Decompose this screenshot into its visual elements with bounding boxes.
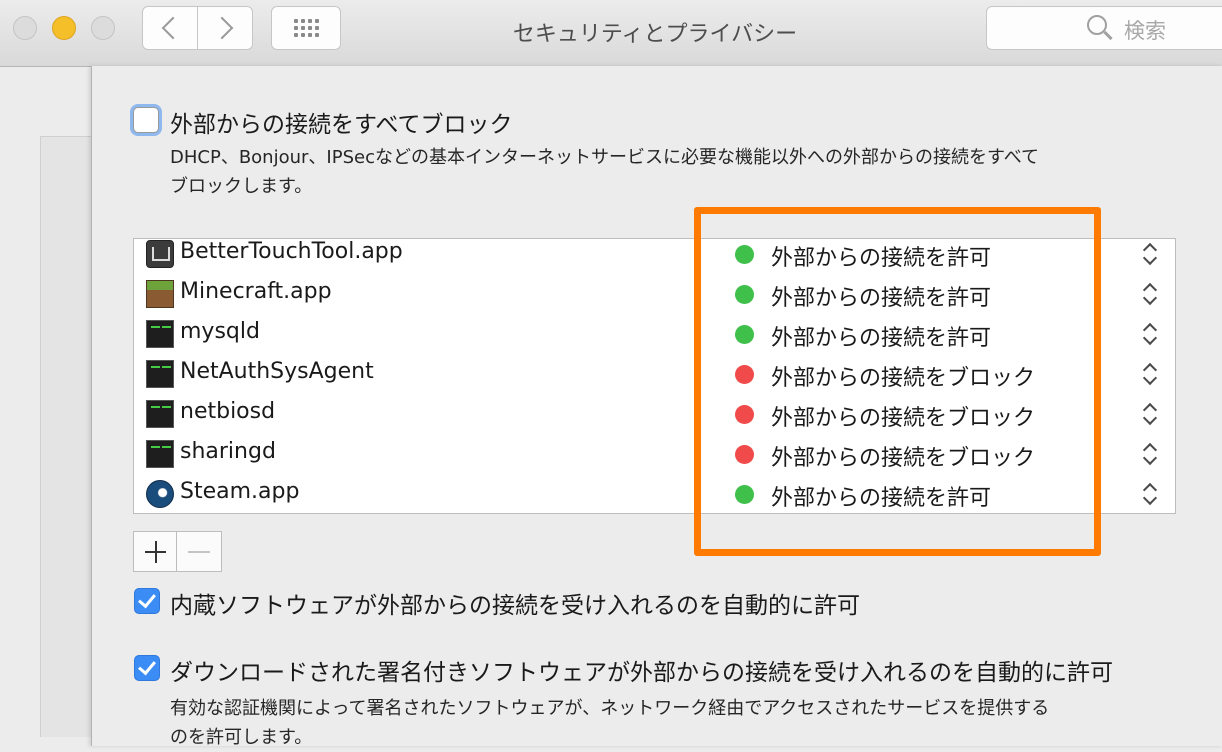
app-name: Minecraft.app (180, 279, 332, 304)
bettertouchtool-icon (146, 240, 174, 268)
popup-chevron-icon[interactable] (1142, 241, 1158, 267)
app-name: netbiosd (180, 399, 276, 424)
app-name: mysqld (180, 319, 260, 344)
allow-builtin-checkbox[interactable] (134, 588, 160, 614)
remove-app-button[interactable] (177, 531, 222, 572)
terminal-exec-icon (146, 360, 174, 388)
app-name: BetterTouchTool.app (180, 239, 403, 264)
popup-chevron-icon[interactable] (1142, 321, 1158, 347)
popup-chevron-icon[interactable] (1142, 401, 1158, 427)
block-all-checkbox[interactable] (133, 107, 159, 133)
block-all-label: 外部からの接続をすべてブロック (170, 112, 513, 138)
app-name: Steam.app (180, 479, 300, 504)
allow-builtin-label: 内蔵ソフトウェアが外部からの接続を受け入れるのを自動的に許可 (170, 593, 860, 619)
minecraft-icon (146, 280, 174, 308)
add-app-button[interactable] (133, 531, 177, 572)
app-name: NetAuthSysAgent (180, 359, 374, 384)
terminal-exec-icon (146, 400, 174, 428)
terminal-exec-icon (146, 440, 174, 468)
popup-chevron-icon[interactable] (1142, 481, 1158, 507)
annotation-highlight-box (694, 207, 1101, 556)
app-name: sharingd (180, 439, 276, 464)
popup-chevron-icon[interactable] (1142, 361, 1158, 387)
block-all-description: DHCP、Bonjour、IPSecなどの基本インターネットサービスに必要な機能… (170, 147, 1039, 197)
allow-signed-description: 有効な認証機関によって署名されたソフトウェアが、ネットワーク経由でアクセスされた… (170, 698, 1050, 748)
allow-signed-checkbox[interactable] (134, 655, 160, 681)
terminal-exec-icon (146, 320, 174, 348)
popup-chevron-icon[interactable] (1142, 281, 1158, 307)
background-pane-edge (40, 136, 93, 737)
popup-chevron-icon[interactable] (1142, 441, 1158, 467)
search-icon (1087, 15, 1107, 35)
allow-signed-label: ダウンロードされた署名付きソフトウェアが外部からの接続を受け入れるのを自動的に許… (170, 660, 1113, 686)
search-placeholder: 検索 (1124, 19, 1166, 43)
title-bar: セキュリティとプライバシー 検索 (0, 0, 1222, 67)
steam-icon (146, 480, 174, 508)
search-field[interactable]: 検索 (986, 6, 1222, 50)
